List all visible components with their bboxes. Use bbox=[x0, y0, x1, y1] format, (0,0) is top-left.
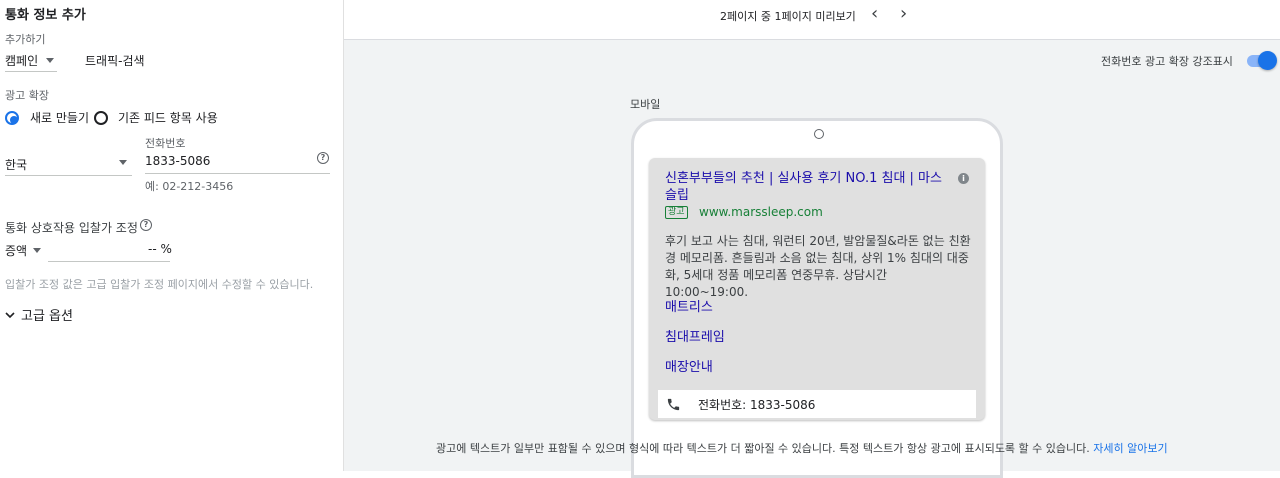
radio-selected-icon bbox=[5, 110, 19, 125]
radio-existing[interactable]: 기존 피드 항목 사용 bbox=[94, 109, 218, 126]
call-text: 전화번호: 1833-5086 bbox=[698, 398, 816, 412]
radio-new-label: 새로 만들기 bbox=[30, 111, 90, 125]
sitelink-mattress[interactable]: 매트리스 bbox=[665, 296, 713, 315]
country-value: 한국 bbox=[5, 158, 28, 172]
preview-panel: 2페이지 중 1페이지 미리보기 ‹ › 전화번호 광고 확장 강조표시 모바일… bbox=[344, 0, 1280, 478]
chevron-down-icon bbox=[5, 311, 15, 318]
device-label: 모바일 bbox=[630, 98, 661, 111]
radio-new[interactable]: 새로 만들기 bbox=[5, 109, 89, 126]
country-underline bbox=[5, 175, 132, 176]
add-to-label: 추가하기 bbox=[5, 33, 46, 46]
bid-type-value: 증액 bbox=[5, 244, 28, 258]
phone-label: 전화번호 bbox=[145, 137, 186, 150]
chevron-down-icon bbox=[46, 58, 55, 63]
call-extension-form: 통화 정보 추가 추가하기 캠페인 트래픽-검색 광고 확장 새로 만들기 기존… bbox=[0, 0, 344, 471]
call-extension-bar[interactable]: 전화번호: 1833-5086 bbox=[658, 390, 976, 418]
bid-note: 입찰가 조정 값은 고급 입찰가 조정 페이지에서 수정할 수 있습니다. bbox=[5, 278, 314, 291]
sitelink-store[interactable]: 매장안내 bbox=[665, 356, 713, 375]
radio-existing-label: 기존 피드 항목 사용 bbox=[118, 111, 218, 125]
chevron-down-icon bbox=[119, 160, 127, 165]
phone-underline bbox=[145, 173, 330, 174]
extension-label: 광고 확장 bbox=[5, 89, 49, 102]
bid-adjust-label: 통화 상호작용 입찰가 조정 bbox=[5, 221, 138, 235]
advanced-options-label: 고급 옵션 bbox=[21, 309, 73, 324]
learn-more-link[interactable]: 자세히 알아보기 bbox=[1093, 442, 1167, 455]
camera-icon bbox=[814, 129, 824, 139]
phone-input[interactable]: 1833-5086 bbox=[145, 154, 210, 168]
prev-page-button[interactable]: ‹ bbox=[871, 3, 878, 24]
radio-unselected-icon bbox=[94, 110, 108, 125]
ad-description: 후기 보고 사는 침대, 워런티 20년, 발암물질&라돈 없는 친환경 메모리… bbox=[665, 234, 971, 299]
preview-disclaimer: 광고에 텍스트가 일부만 표함될 수 있으며 형식에 따라 텍스트가 더 짧아질… bbox=[436, 440, 1168, 456]
advanced-options-toggle[interactable]: 고급 옵션 bbox=[5, 305, 73, 324]
ad-badge: 광고 bbox=[665, 206, 688, 219]
campaign-name: 트래픽-검색 bbox=[85, 54, 145, 68]
phone-icon bbox=[667, 398, 680, 411]
sitelink-bedframe[interactable]: 침대프레임 bbox=[665, 326, 725, 345]
next-page-button[interactable]: › bbox=[900, 3, 907, 24]
info-icon[interactable]: i bbox=[958, 173, 969, 184]
help-icon[interactable]: ? bbox=[317, 152, 329, 164]
highlight-toggle-label: 전화번호 광고 확장 강조표시 bbox=[1101, 55, 1233, 68]
ad-display-url: www.marssleep.com bbox=[699, 205, 823, 219]
campaign-dropdown-value: 캠페인 bbox=[5, 54, 39, 68]
campaign-underline bbox=[5, 71, 57, 72]
bid-percent-input[interactable]: -- % bbox=[148, 242, 172, 256]
highlight-toggle-knob[interactable] bbox=[1258, 51, 1277, 70]
ad-headline[interactable]: 신혼부부들의 추천 | 실사용 후기 NO.1 침대 | 마스 슬립 bbox=[665, 170, 955, 204]
pager-text: 2페이지 중 1페이지 미리보기 bbox=[720, 10, 856, 23]
bid-type-dropdown[interactable]: 증액 bbox=[5, 242, 42, 259]
bid-percent-underline bbox=[48, 261, 170, 262]
campaign-dropdown[interactable]: 캠페인 bbox=[5, 52, 55, 69]
ad-preview-card: 신혼부부들의 추천 | 실사용 후기 NO.1 침대 | 마스 슬립 i 광고 … bbox=[649, 158, 985, 420]
preview-pager-bar: 2페이지 중 1페이지 미리보기 ‹ › bbox=[344, 0, 1280, 40]
disclaimer-text: 광고에 텍스트가 일부만 표함될 수 있으며 형식에 따라 텍스트가 더 짧아질… bbox=[436, 442, 1090, 455]
phone-hint: 예: 02-212-3456 bbox=[145, 180, 234, 193]
chevron-down-icon bbox=[33, 248, 42, 253]
form-title: 통화 정보 추가 bbox=[5, 8, 86, 23]
help-icon[interactable]: ? bbox=[140, 219, 152, 231]
country-dropdown[interactable]: 한국 bbox=[5, 154, 127, 172]
